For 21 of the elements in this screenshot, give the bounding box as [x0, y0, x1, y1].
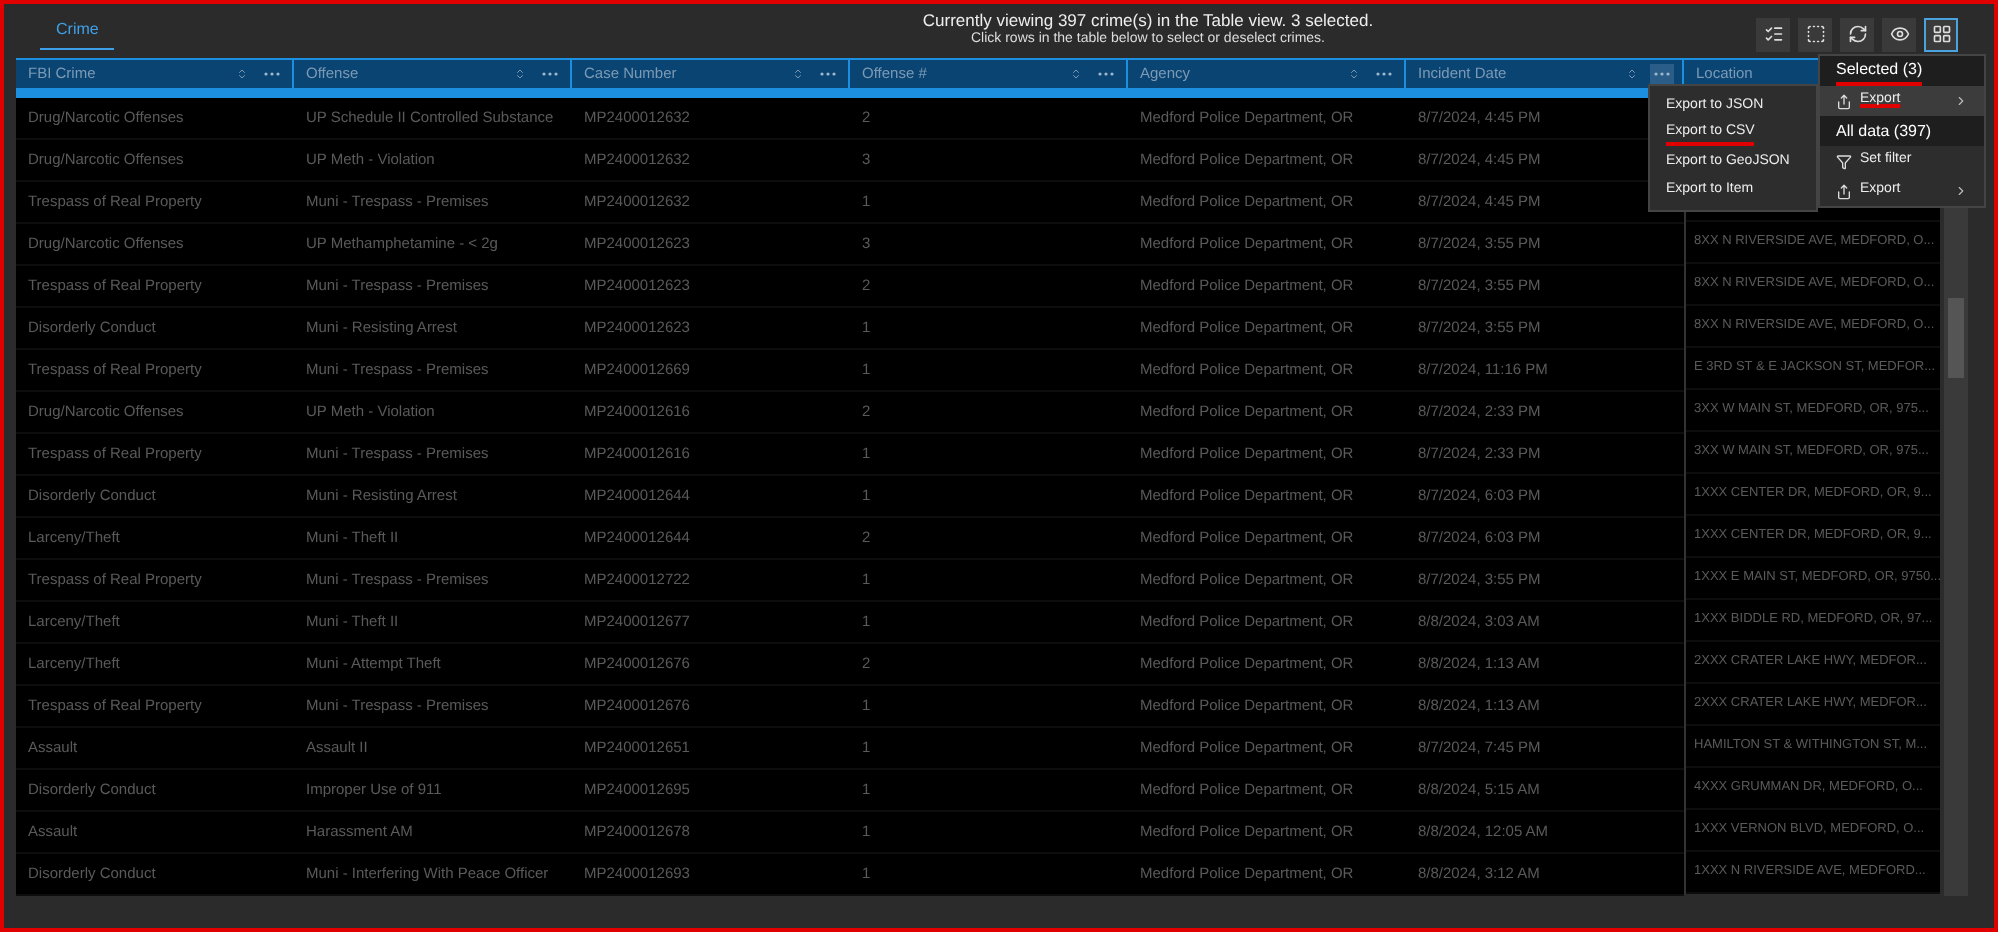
grid-icon	[1931, 24, 1951, 44]
chevron-right-icon	[1954, 94, 1968, 108]
refresh-icon	[1847, 24, 1867, 44]
toolbar-button[interactable]	[1840, 17, 1874, 51]
more-button[interactable]	[1650, 64, 1674, 84]
toolbar-button[interactable]	[1924, 17, 1958, 51]
toolbar-button[interactable]	[1798, 17, 1832, 51]
share-icon	[1836, 93, 1852, 109]
dashed-square-icon	[1805, 24, 1825, 44]
menu-header: Selected (3)	[1820, 56, 1984, 86]
list-check-icon	[1763, 24, 1783, 44]
info-text: Currently viewing 397 crime(s) in the Table view. 3 selected.	[922, 10, 1374, 30]
share-icon	[1836, 183, 1852, 199]
menu-header: All data (397)	[1820, 116, 1984, 146]
crime-tab[interactable]: Crime	[40, 11, 115, 49]
chevron-right-icon	[1954, 184, 1968, 198]
eye-icon	[1889, 24, 1909, 44]
toolbar-button[interactable]	[1882, 17, 1916, 51]
filter-icon	[1836, 153, 1852, 169]
scrollbar-thumb[interactable]	[1948, 298, 1964, 378]
toolbar-button[interactable]	[1756, 17, 1790, 51]
